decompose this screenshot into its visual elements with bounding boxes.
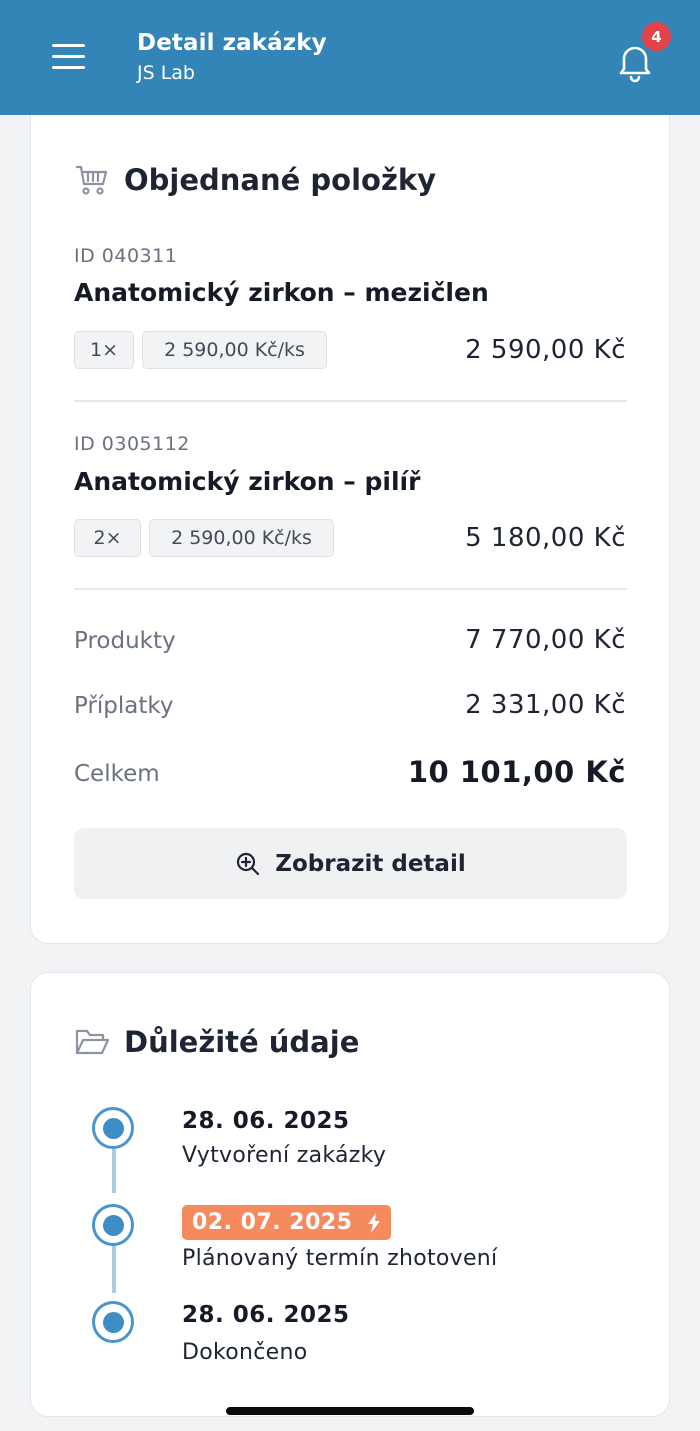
menu-icon[interactable] — [52, 42, 86, 72]
ordered-items-card: Objednané položky ID 040311 Anatomický z… — [30, 100, 670, 944]
unit-price-chip: 2 590,00 Kč/ks — [149, 519, 334, 557]
timeline-label: Plánovaný termín zhotovení — [182, 1246, 498, 1271]
timeline-dot — [92, 1301, 134, 1343]
show-detail-button[interactable]: Zobrazit detail — [74, 828, 627, 899]
timeline-dot — [92, 1204, 134, 1246]
item-total: 2 590,00 Kč — [465, 335, 626, 365]
timeline-dot — [92, 1107, 134, 1149]
section-title: Objednané položky — [124, 163, 437, 197]
timeline-date: 28. 06. 2025 — [182, 1108, 350, 1134]
zoom-in-icon — [235, 851, 261, 877]
item-id: ID 040311 — [74, 245, 178, 267]
quantity-chip: 1× — [74, 331, 134, 369]
surcharges-label: Příplatky — [74, 693, 174, 719]
show-detail-label: Zobrazit detail — [275, 850, 466, 877]
page-subtitle: JS Lab — [137, 62, 195, 84]
cart-icon — [74, 163, 110, 203]
notification-badge: 4 — [642, 22, 671, 51]
timeline-connector — [112, 1149, 116, 1193]
timeline-connector — [112, 1245, 116, 1293]
unit-price-chip: 2 590,00 Kč/ks — [142, 331, 327, 369]
total-value: 10 101,00 Kč — [407, 755, 626, 789]
surcharges-value: 2 331,00 Kč — [465, 690, 626, 720]
lightning-icon — [367, 1212, 381, 1233]
divider — [74, 400, 627, 402]
app-header: Detail zakázky JS Lab 4 — [0, 0, 700, 115]
planned-date-badge: 02. 07. 2025 — [182, 1205, 391, 1240]
folder-open-icon — [74, 1025, 110, 1063]
products-label: Produkty — [74, 628, 176, 654]
home-indicator — [226, 1407, 474, 1415]
timeline-label: Dokončeno — [182, 1340, 308, 1365]
page-title: Detail zakázky — [137, 30, 327, 56]
timeline-date: 28. 06. 2025 — [182, 1302, 350, 1328]
timeline-label: Vytvoření zakázky — [182, 1143, 387, 1168]
item-id: ID 0305112 — [74, 433, 190, 455]
divider — [74, 588, 627, 590]
quantity-chip: 2× — [74, 519, 141, 557]
item-name: Anatomický zirkon – mezičlen — [74, 278, 489, 307]
item-name: Anatomický zirkon – pilíř — [74, 467, 421, 496]
item-total: 5 180,00 Kč — [465, 523, 626, 553]
section-title: Důležité údaje — [124, 1025, 360, 1059]
important-info-card: Důležité údaje 28. 06. 2025 Vytvoření za… — [30, 972, 670, 1417]
products-value: 7 770,00 Kč — [465, 625, 626, 655]
total-label: Celkem — [74, 761, 160, 787]
timeline-date: 02. 07. 2025 — [192, 1210, 353, 1235]
